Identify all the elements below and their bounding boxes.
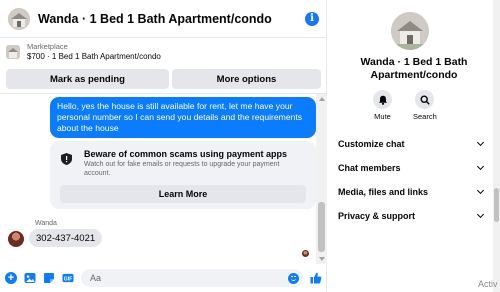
bell-icon xyxy=(378,95,387,105)
chevron-down-icon xyxy=(476,186,485,195)
scam-warning-card: Beware of common scams using payment app… xyxy=(50,141,316,209)
mute-button[interactable]: Mute xyxy=(373,90,392,121)
chevron-down-icon xyxy=(476,138,485,147)
marketplace-listing: Marketplace $700 · 1 Bed 1 Bath Apartmen… xyxy=(0,38,327,94)
message-input-placeholder: Aa xyxy=(90,273,102,283)
message-composer: + GIF Aa xyxy=(0,264,327,292)
panel-conversation-name: Wanda · 1 Bed 1 Bath Apartment/condo xyxy=(360,56,468,81)
house-photo-icon xyxy=(6,45,20,59)
outgoing-message: Hello, yes the house is still available … xyxy=(50,97,316,138)
chevron-down-icon xyxy=(476,162,485,171)
gif-icon[interactable]: GIF xyxy=(62,272,74,284)
menu-item-label: Chat members xyxy=(338,163,401,173)
sender-avatar[interactable] xyxy=(8,231,24,247)
image-icon[interactable] xyxy=(24,272,36,284)
chevron-down-icon xyxy=(476,210,485,219)
house-photo-icon xyxy=(391,12,429,50)
chat-header: Wanda · 1 Bed 1 Bath Apartment/condo i xyxy=(0,0,327,38)
scam-warning-title: Beware of common scams using payment app… xyxy=(84,149,288,159)
chat-window: Wanda · 1 Bed 1 Bath Apartment/condo i M… xyxy=(0,0,327,292)
listing-avatar[interactable] xyxy=(8,7,30,30)
search-icon xyxy=(420,94,430,105)
panel-menu: Customize chat Chat members Media, files… xyxy=(328,132,493,228)
message-scrollbar[interactable] xyxy=(316,94,327,264)
sender-name: Wanda xyxy=(35,220,57,227)
menu-privacy-support[interactable]: Privacy & support xyxy=(328,204,493,228)
scroll-up-icon[interactable] xyxy=(319,97,325,101)
menu-item-label: Media, files and links xyxy=(338,187,429,197)
menu-item-label: Customize chat xyxy=(338,139,405,149)
info-icon[interactable]: i xyxy=(305,11,319,26)
svg-text:GIF: GIF xyxy=(64,276,72,282)
emoji-icon[interactable] xyxy=(288,272,299,284)
plus-icon[interactable]: + xyxy=(5,272,17,284)
search-button[interactable]: Search xyxy=(413,90,437,121)
sticker-icon[interactable] xyxy=(43,272,55,284)
menu-chat-members[interactable]: Chat members xyxy=(328,156,493,180)
panel-listing-avatar[interactable] xyxy=(391,12,429,50)
menu-media-files-links[interactable]: Media, files and links xyxy=(328,180,493,204)
incoming-message: 302-437-4021 xyxy=(29,229,103,247)
mark-as-pending-button[interactable]: Mark as pending xyxy=(6,69,169,89)
shield-icon xyxy=(61,153,72,165)
learn-more-button[interactable]: Learn More xyxy=(60,185,306,203)
windows-activation-watermark: Activ xyxy=(478,279,498,289)
house-photo-icon xyxy=(8,7,30,30)
search-label: Search xyxy=(413,112,437,121)
chat-title[interactable]: Wanda · 1 Bed 1 Bath Apartment/condo xyxy=(38,12,305,26)
scroll-down-icon[interactable] xyxy=(319,257,325,261)
listing-thumbnail[interactable] xyxy=(6,45,20,59)
listing-description[interactable]: $700 · 1 Bed 1 Bath Apartment/condo xyxy=(27,52,161,62)
listing-kicker: Marketplace xyxy=(27,42,68,51)
panel-scrollbar[interactable] xyxy=(493,0,500,292)
menu-item-label: Privacy & support xyxy=(338,211,416,221)
menu-customize-chat[interactable]: Customize chat xyxy=(328,132,493,156)
scam-warning-subtitle: Watch out for fake emails or requests to… xyxy=(84,161,280,177)
mute-label: Mute xyxy=(374,112,391,121)
message-input[interactable]: Aa xyxy=(81,269,303,287)
conversation-info-panel: Wanda · 1 Bed 1 Bath Apartment/condo Mut… xyxy=(328,0,500,292)
scrollbar-thumb[interactable] xyxy=(318,202,325,252)
panel-scrollbar-thumb[interactable] xyxy=(494,188,499,222)
seen-indicator-avatar xyxy=(302,250,309,257)
message-list: Hello, yes the house is still available … xyxy=(0,94,316,264)
more-options-button[interactable]: More options xyxy=(171,69,321,89)
like-icon[interactable] xyxy=(310,272,322,284)
